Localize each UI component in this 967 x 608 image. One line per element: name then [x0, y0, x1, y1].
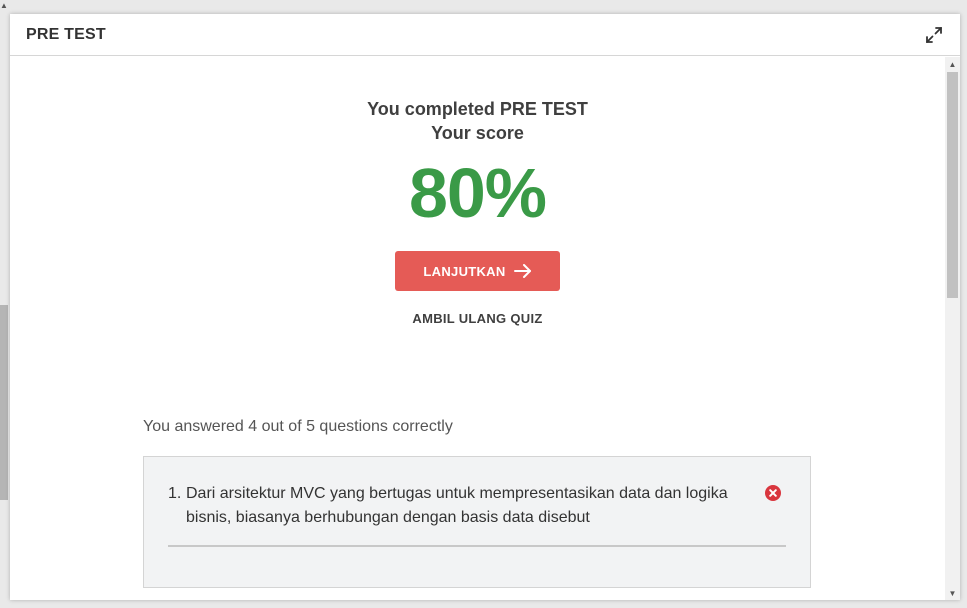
quiz-modal: PRE TEST You completed PRE TEST Your sco… [10, 14, 960, 600]
question-divider [168, 545, 786, 547]
modal-scrollbar[interactable]: ▲ ▼ [945, 57, 960, 600]
continue-button-label: LANJUTKAN [423, 263, 506, 279]
expand-icon [926, 26, 942, 43]
arrow-right-icon [513, 264, 531, 278]
scroll-up-icon[interactable]: ▲ [945, 57, 960, 71]
result-section: You completed PRE TEST Your score 80% LA… [10, 97, 945, 328]
continue-button[interactable]: LANJUTKAN [395, 251, 560, 291]
scroll-down-icon[interactable]: ▼ [945, 586, 960, 600]
scroll-thumb[interactable] [947, 72, 958, 298]
expand-button[interactable] [922, 23, 946, 47]
question-text: 1. Dari arsitektur MVC yang bertugas unt… [168, 482, 728, 530]
background-scroll-arrow-icon: ▲ [0, 1, 8, 10]
wrong-icon [765, 485, 781, 501]
modal-body: You completed PRE TEST Your score 80% LA… [10, 57, 960, 600]
score-label: Your score [431, 123, 524, 143]
modal-header: PRE TEST [10, 14, 960, 56]
completed-text: You completed PRE TEST [367, 99, 588, 119]
retake-quiz-link[interactable]: AMBIL ULANG QUIZ [412, 311, 542, 326]
answers-summary: You answered 4 out of 5 questions correc… [143, 418, 453, 435]
question-body: Dari arsitektur MVC yang bertugas untuk … [186, 485, 728, 526]
background-scrollbar [0, 305, 8, 500]
question-number: 1. [168, 485, 182, 502]
score-value: 80% [408, 154, 547, 232]
question-card: 1. Dari arsitektur MVC yang bertugas unt… [143, 456, 811, 588]
modal-title: PRE TEST [26, 25, 106, 43]
